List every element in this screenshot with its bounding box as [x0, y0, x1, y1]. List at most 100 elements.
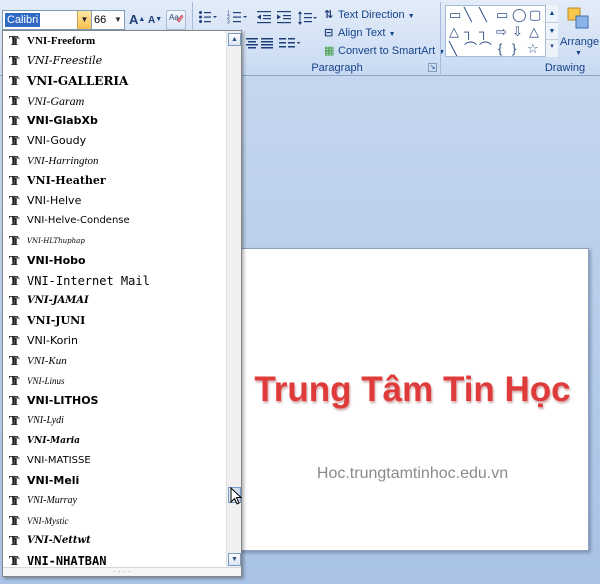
drawing-group-label: Drawing — [544, 62, 586, 74]
font-name-label: VNI-Goudy — [27, 134, 87, 147]
elbow-connector-icon[interactable]: ┐ — [479, 25, 488, 39]
scroll-down-button[interactable]: ▼ — [228, 553, 241, 566]
bullets-button[interactable] — [197, 10, 219, 28]
triangle-shape-icon[interactable]: △ — [449, 25, 459, 39]
increase-indent-button[interactable] — [276, 10, 292, 28]
font-list-item[interactable]: T VNI-NHATBAN — [3, 551, 227, 568]
truetype-font-icon: T — [9, 74, 21, 90]
font-list-item[interactable]: T VNI-Hobo — [3, 251, 227, 271]
font-dropdown-list[interactable]: T VNI-Freeform T VNI-Freestile T VNI-GALLERIA… — [2, 30, 242, 577]
gallery-down-arrow[interactable]: ▼ — [546, 22, 558, 39]
group-separator — [440, 2, 441, 74]
font-list-item[interactable]: T VNI-GlabXb — [3, 111, 227, 131]
font-list-item[interactable]: T VNI-Meli — [3, 471, 227, 491]
font-list-item[interactable]: T VNI-JUNI — [3, 311, 227, 331]
font-list-item[interactable]: T VNI-Mystic — [3, 511, 227, 531]
font-name-dropdown-arrow[interactable]: ▼ — [77, 11, 91, 29]
curved-connector-icon[interactable]: ⌒ — [479, 42, 492, 56]
font-name-label: VNI-Helve — [27, 194, 82, 207]
font-list-item[interactable]: T VNI-Nettwt — [3, 531, 227, 551]
rectangle-shape-icon[interactable]: ▭ — [496, 8, 508, 22]
flowchart-shape-icon[interactable]: △ — [529, 25, 539, 39]
font-list-item[interactable]: T VNI-Korin — [3, 331, 227, 351]
oval-shape-icon[interactable]: ◯ — [512, 8, 527, 22]
font-list-item[interactable]: T VNI-Goudy — [3, 131, 227, 151]
slide-title[interactable]: Trung Tâm Tin Học — [235, 367, 590, 413]
font-name-label: VNI-Lydi — [27, 415, 64, 426]
numbering-button[interactable]: 1 2 3 — [225, 10, 251, 28]
rounded-rectangle-shape-icon[interactable]: ▢ — [529, 8, 541, 22]
font-list-item[interactable]: T VNI-Heather — [3, 171, 227, 191]
right-brace-shape-icon[interactable]: } — [512, 42, 516, 56]
bullets-icon — [199, 11, 217, 23]
truetype-font-icon: T — [9, 414, 21, 430]
truetype-font-icon: T — [9, 54, 21, 70]
align-center-button[interactable] — [246, 36, 258, 54]
line-shape-icon[interactable]: ╲ — [479, 8, 487, 22]
font-list-item[interactable]: T VNI-Maria — [3, 431, 227, 451]
line-spacing-button[interactable] — [297, 10, 319, 28]
curve-shape-icon[interactable]: ╲ — [449, 42, 457, 56]
font-list-item[interactable]: T VNI-Helve-Condense — [3, 211, 227, 231]
font-size-combobox[interactable]: 66 ▼ — [91, 10, 125, 30]
elbow-connector-icon[interactable]: ┐ — [464, 25, 473, 39]
columns-button[interactable] — [278, 36, 302, 54]
slide-canvas[interactable]: Trung Tâm Tin Học Hoc.trungtamtinhoc.edu… — [234, 248, 589, 551]
decrease-indent-button[interactable] — [256, 10, 272, 28]
font-list-item[interactable]: T VNI-Internet Mail — [3, 271, 227, 291]
arrange-label[interactable]: Arrange — [560, 36, 599, 48]
font-name-value[interactable]: Calibri — [5, 13, 41, 27]
shapes-gallery-scroll[interactable]: ▲ ▼ ▾ — [545, 5, 558, 57]
truetype-font-icon: T — [9, 434, 21, 450]
svg-text:3: 3 — [227, 20, 230, 25]
font-list-item[interactable]: T VNI-JAMAI — [3, 291, 227, 311]
font-list-item[interactable]: T VNI-Freeform — [3, 31, 227, 51]
line-shape-icon[interactable]: ╲ — [464, 8, 472, 22]
down-arrow-shape-icon[interactable]: ⇩ — [512, 25, 523, 39]
font-list-item[interactable]: T VNI-GALLERIA — [3, 71, 227, 91]
gallery-up-arrow[interactable]: ▲ — [546, 5, 558, 22]
font-list-item[interactable]: T VNI-Harrington — [3, 151, 227, 171]
truetype-font-icon: T — [9, 374, 21, 390]
font-list-item[interactable]: T VNI-Kun — [3, 351, 227, 371]
font-list[interactable]: T VNI-Freeform T VNI-Freestile T VNI-GALLERIA… — [3, 31, 227, 568]
justify-button[interactable] — [261, 36, 273, 54]
slide-subtitle[interactable]: Hoc.trungtamtinhoc.edu.vn — [235, 465, 590, 483]
right-arrow-shape-icon[interactable]: ⇨ — [496, 25, 507, 39]
truetype-font-icon: T — [9, 534, 21, 550]
font-list-item[interactable]: T VNI-Lydi — [3, 411, 227, 431]
clear-formatting-button[interactable]: Aa — [166, 10, 186, 30]
convert-smartart-button[interactable]: ▦ Convert to SmartArt ▼ — [324, 43, 445, 59]
grow-font-icon: A — [129, 12, 139, 27]
freeform-shape-icon[interactable]: ⌒ — [464, 42, 477, 56]
shrink-font-button[interactable]: A▼ — [147, 10, 163, 30]
font-size-value[interactable]: 66 — [94, 14, 106, 26]
truetype-font-icon: T — [9, 214, 21, 230]
truetype-font-icon: T — [9, 554, 21, 568]
font-name-label: VNI-Nettwt — [27, 535, 91, 546]
font-list-item[interactable]: T VNI-HLThuphap — [3, 231, 227, 251]
font-list-item[interactable]: T VNI-Murray — [3, 491, 227, 511]
shapes-gallery[interactable]: ▭ ╲ ╲ ▭ ◯ ▢ △ ┐ ┐ ⇨ ⇩ △ ╲ ⌒ ⌒ { } ☆ — [445, 5, 558, 57]
arrange-dropdown-arrow[interactable]: ▼ — [575, 50, 582, 57]
align-text-button[interactable]: ⊟ Align Text ▼ — [324, 25, 396, 41]
gallery-more-button[interactable]: ▾ — [546, 39, 558, 55]
font-list-item[interactable]: T VNI-Linus — [3, 371, 227, 391]
font-name-label: VNI-GlabXb — [27, 114, 98, 127]
text-box-shape-icon[interactable]: ▭ — [449, 8, 461, 22]
paragraph-dialog-launcher[interactable]: ↘ — [428, 63, 437, 72]
font-list-item[interactable]: T VNI-Freestile — [3, 51, 227, 71]
arrange-icon[interactable] — [566, 6, 592, 32]
font-list-item[interactable]: T VNI-LITHOS — [3, 391, 227, 411]
text-direction-button[interactable]: ⇅ Text Direction ▼ — [324, 7, 415, 23]
star-shape-icon[interactable]: ☆ — [527, 42, 539, 56]
left-brace-shape-icon[interactable]: { — [498, 42, 502, 56]
resize-grip[interactable]: · · · · — [3, 567, 241, 576]
font-size-dropdown-arrow[interactable]: ▼ — [112, 11, 124, 29]
font-name-combobox[interactable]: Calibri ▼ — [2, 10, 92, 30]
font-list-item[interactable]: T VNI-Garam — [3, 91, 227, 111]
grow-font-button[interactable]: A▲ — [128, 10, 146, 30]
font-list-item[interactable]: T VNI-MATISSE — [3, 451, 227, 471]
scroll-up-button[interactable]: ▲ — [228, 33, 241, 46]
font-list-item[interactable]: T VNI-Helve — [3, 191, 227, 211]
